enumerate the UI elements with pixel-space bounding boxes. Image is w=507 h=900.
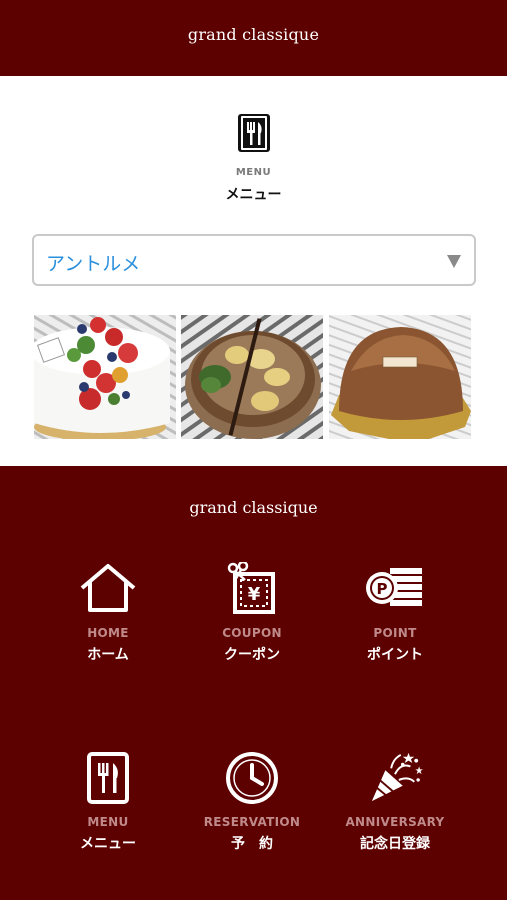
- home-icon: [80, 564, 136, 612]
- banana-chocolate-tart-photo[interactable]: [181, 315, 323, 439]
- nav-coupon-ja: クーポン: [224, 647, 280, 663]
- nav-point-ja: ポイント: [367, 647, 423, 663]
- nav-menu-en: MENU: [87, 815, 129, 829]
- svg-text:¥: ¥: [248, 584, 261, 605]
- footer-nav: grand classique HOME ホーム ¥ COUPON クーポン P…: [0, 466, 507, 900]
- nav-point[interactable]: P POINT ポイント: [325, 562, 465, 664]
- nav-menu-ja: メニュー: [80, 836, 136, 852]
- strawberry-shortcake-photo[interactable]: [34, 315, 176, 439]
- nav-anniversary[interactable]: ANNIVERSARY 記念日登録: [325, 751, 465, 853]
- nav-coupon[interactable]: ¥ COUPON クーポン: [182, 562, 322, 664]
- svg-text:P: P: [377, 580, 388, 598]
- category-select[interactable]: アントルメ: [32, 234, 476, 286]
- footer-brand: grand classique: [189, 498, 318, 517]
- category-select-value: アントルメ: [46, 253, 141, 275]
- nav-coupon-en: COUPON: [222, 626, 282, 640]
- party-popper-icon: [371, 752, 423, 802]
- nav-home-en: HOME: [87, 626, 129, 640]
- nav-anniversary-ja: 記念日登録: [360, 836, 430, 852]
- utensils-icon: [87, 752, 129, 804]
- nav-reservation-ja: 予 約: [231, 836, 273, 852]
- dropdown-caret-icon: [447, 255, 461, 268]
- utensils-icon: [238, 114, 270, 152]
- nav-home-ja: ホーム: [87, 647, 129, 663]
- app-header: grand classique: [0, 0, 507, 76]
- coupon-icon: ¥: [227, 562, 275, 614]
- nav-reservation-en: RESERVATION: [203, 815, 301, 829]
- nav-anniversary-en: ANNIVERSARY: [345, 815, 445, 829]
- menu-ja-label: メニュー: [225, 187, 282, 203]
- clock-icon: [226, 752, 278, 804]
- menu-content: MENU メニュー アントルメ: [0, 76, 507, 466]
- nav-point-en: POINT: [373, 626, 417, 640]
- photo-gallery: [34, 315, 471, 439]
- chocolate-dome-cake-photo[interactable]: [329, 315, 471, 439]
- menu-en-label: MENU: [235, 167, 272, 178]
- nav-reservation[interactable]: RESERVATION 予 約: [182, 751, 322, 853]
- header-brand: grand classique: [187, 24, 320, 44]
- nav-menu[interactable]: MENU メニュー: [38, 751, 178, 853]
- point-coins-icon: P: [366, 568, 422, 606]
- nav-home[interactable]: HOME ホーム: [38, 562, 178, 664]
